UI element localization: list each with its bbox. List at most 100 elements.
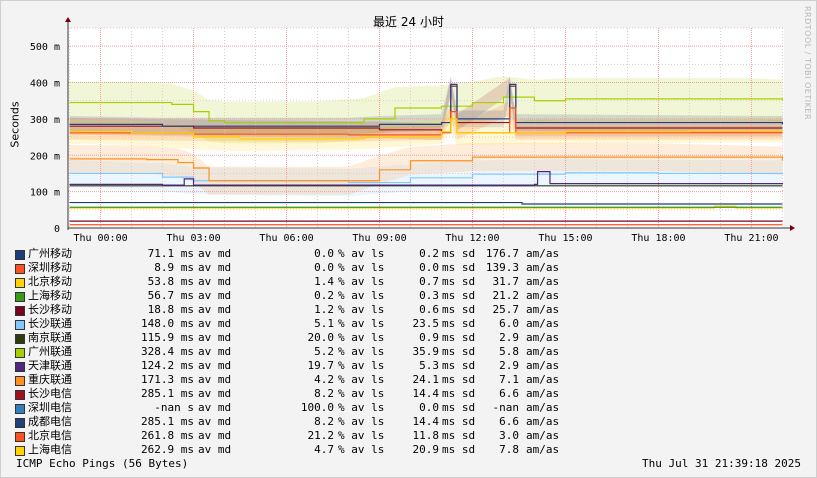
legend-median: 71.1 ms — [147, 247, 194, 260]
legend-row: 长沙移动 18.8 ms av md 1.2% av ls 0.6 ms sd 25.7 am… — [14, 303, 574, 317]
legend-loss: 1.4 — [314, 275, 334, 288]
legend-series-name: 天津联通 — [28, 359, 72, 372]
legend-sd: 14.4 — [412, 387, 440, 400]
x-tick-label: Thu 12:00 — [445, 233, 499, 244]
legend-swatch — [15, 376, 25, 386]
legend-sd: 14.4 — [412, 415, 440, 428]
legend: 广州移动 71.1 ms av md 0.0% av ls 0.2 ms sd 176.7 a… — [14, 247, 574, 457]
legend-median: 124.2 ms — [141, 359, 194, 372]
legend-row: 上海移动 56.7 ms av md 0.2% av ls 0.3 ms sd 21.2 am… — [14, 289, 574, 303]
legend-median: 18.8 ms — [147, 303, 194, 316]
y-tick-label: 300 m — [30, 115, 60, 126]
legend-am-label: am/as — [526, 387, 560, 400]
legend-am-label: am/as — [526, 317, 560, 330]
legend-loss: 1.2 — [314, 303, 334, 316]
legend-am: 2.9 — [499, 359, 519, 372]
legend-am: 6.0 — [499, 317, 519, 330]
y-tick-label: 200 m — [30, 151, 60, 162]
legend-swatch — [15, 432, 25, 442]
legend-row: 南京联通 115.9 ms av md 20.0% av ls 0.9 ms sd 2.9 a… — [14, 331, 574, 345]
x-tick-label: Thu 21:00 — [724, 233, 778, 244]
legend-series-name: 长沙移动 — [28, 303, 72, 316]
legend-median: 285.1 ms — [141, 415, 194, 428]
legend-series-name: 深圳移动 — [28, 261, 72, 274]
legend-loss: 19.7 — [307, 359, 335, 372]
legend-am-label: am/as — [526, 261, 560, 274]
legend-row: 长沙电信 285.1 ms av md 8.2% av ls 14.4 ms sd 6.6 a… — [14, 387, 574, 401]
legend-swatch — [15, 390, 25, 400]
legend-median-label: av md — [198, 261, 232, 274]
legend-am: 139.3 — [485, 261, 519, 274]
legend-median: 171.3 ms — [141, 373, 194, 386]
legend-swatch — [15, 264, 25, 274]
legend-row: 北京移动 53.8 ms av md 1.4% av ls 0.7 ms sd 31.7 am… — [14, 275, 574, 289]
plot-area: Thu 00:00 Thu 03:00 Thu 06:00 Thu 09:00 Thu … — [30, 17, 795, 244]
x-axis-arrow — [790, 225, 795, 231]
legend-series-name: 长沙联通 — [28, 317, 72, 330]
legend-median: 8.9 ms — [154, 261, 194, 274]
legend-swatch — [15, 362, 25, 372]
legend-loss: 21.2 — [307, 429, 335, 442]
legend-median-label: av md — [198, 331, 232, 344]
legend-loss: 20.0 — [307, 331, 335, 344]
legend-loss: 8.2 — [314, 415, 334, 428]
legend-row: 上海电信 262.9 ms av md 4.7% av ls 20.9 ms sd 7.8 a… — [14, 443, 574, 457]
legend-series-name: 北京电信 — [28, 429, 72, 442]
legend-median-label: av md — [198, 443, 232, 456]
legend-median-label: av md — [198, 345, 232, 358]
legend-sd: 0.6 — [419, 303, 439, 316]
legend-swatch — [15, 334, 25, 344]
legend-am: 5.8 — [499, 345, 519, 358]
legend-am: 6.6 — [499, 387, 519, 400]
legend-loss: 0.0 — [314, 247, 334, 260]
legend-am-label: am/as — [526, 443, 560, 456]
legend-sd: 5.3 — [419, 359, 439, 372]
legend-median: 261.8 ms — [141, 429, 194, 442]
legend-median-label: av md — [198, 401, 232, 414]
legend-sd: 23.5 — [412, 317, 440, 330]
legend-row: 成都电信 285.1 ms av md 8.2% av ls 14.4 ms sd 6.6 a… — [14, 415, 574, 429]
legend-sd: 0.0 — [419, 261, 439, 274]
legend-am: 2.9 — [499, 331, 519, 344]
legend-am: 6.6 — [499, 415, 519, 428]
legend-median: -nan s — [154, 401, 194, 414]
legend-row: 天津联通 124.2 ms av md 19.7% av ls 5.3 ms sd 2.9 a… — [14, 359, 574, 373]
y-tick-label: 400 m — [30, 79, 60, 90]
legend-swatch — [15, 348, 25, 358]
x-tick-label: Thu 00:00 — [73, 233, 127, 244]
legend-loss: 5.1 — [314, 317, 334, 330]
legend-median-label: av md — [198, 303, 232, 316]
legend-sd: 35.9 — [412, 345, 440, 358]
legend-am-label: am/as — [526, 429, 560, 442]
legend-am-label: am/as — [526, 401, 560, 414]
legend-loss: 0.0 — [314, 261, 334, 274]
legend-series-name: 广州联通 — [28, 345, 72, 358]
legend-median-label: av md — [198, 373, 232, 386]
legend-sd: 0.3 — [419, 289, 439, 302]
legend-loss: 4.7 — [314, 443, 334, 456]
legend-am: 21.2 — [492, 289, 520, 302]
legend-am: 7.1 — [499, 373, 519, 386]
legend-am-label: am/as — [526, 289, 560, 302]
legend-sd: 0.9 — [419, 331, 439, 344]
x-tick-label: Thu 18:00 — [631, 233, 685, 244]
legend-loss: 5.2 — [314, 345, 334, 358]
legend-swatch — [15, 250, 25, 260]
legend-median-label: av md — [198, 275, 232, 288]
legend-median-label: av md — [198, 415, 232, 428]
legend-am: 31.7 — [492, 275, 520, 288]
legend-median: 148.0 ms — [141, 317, 194, 330]
legend-median-label: av md — [198, 387, 232, 400]
legend-loss: 0.2 — [314, 289, 334, 302]
legend-am: 176.7 — [485, 247, 519, 260]
y-tick-label: 0 — [54, 224, 60, 235]
legend-series-name: 上海电信 — [28, 443, 72, 456]
legend-swatch — [15, 278, 25, 288]
legend-am: 7.8 — [499, 443, 519, 456]
legend-median: 53.8 ms — [147, 275, 194, 288]
legend-series-name: 北京移动 — [28, 275, 72, 288]
legend-series-name: 广州移动 — [28, 247, 72, 260]
legend-swatch — [15, 320, 25, 330]
legend-sd: 0.2 — [419, 247, 439, 260]
legend-median-label: av md — [198, 317, 232, 330]
